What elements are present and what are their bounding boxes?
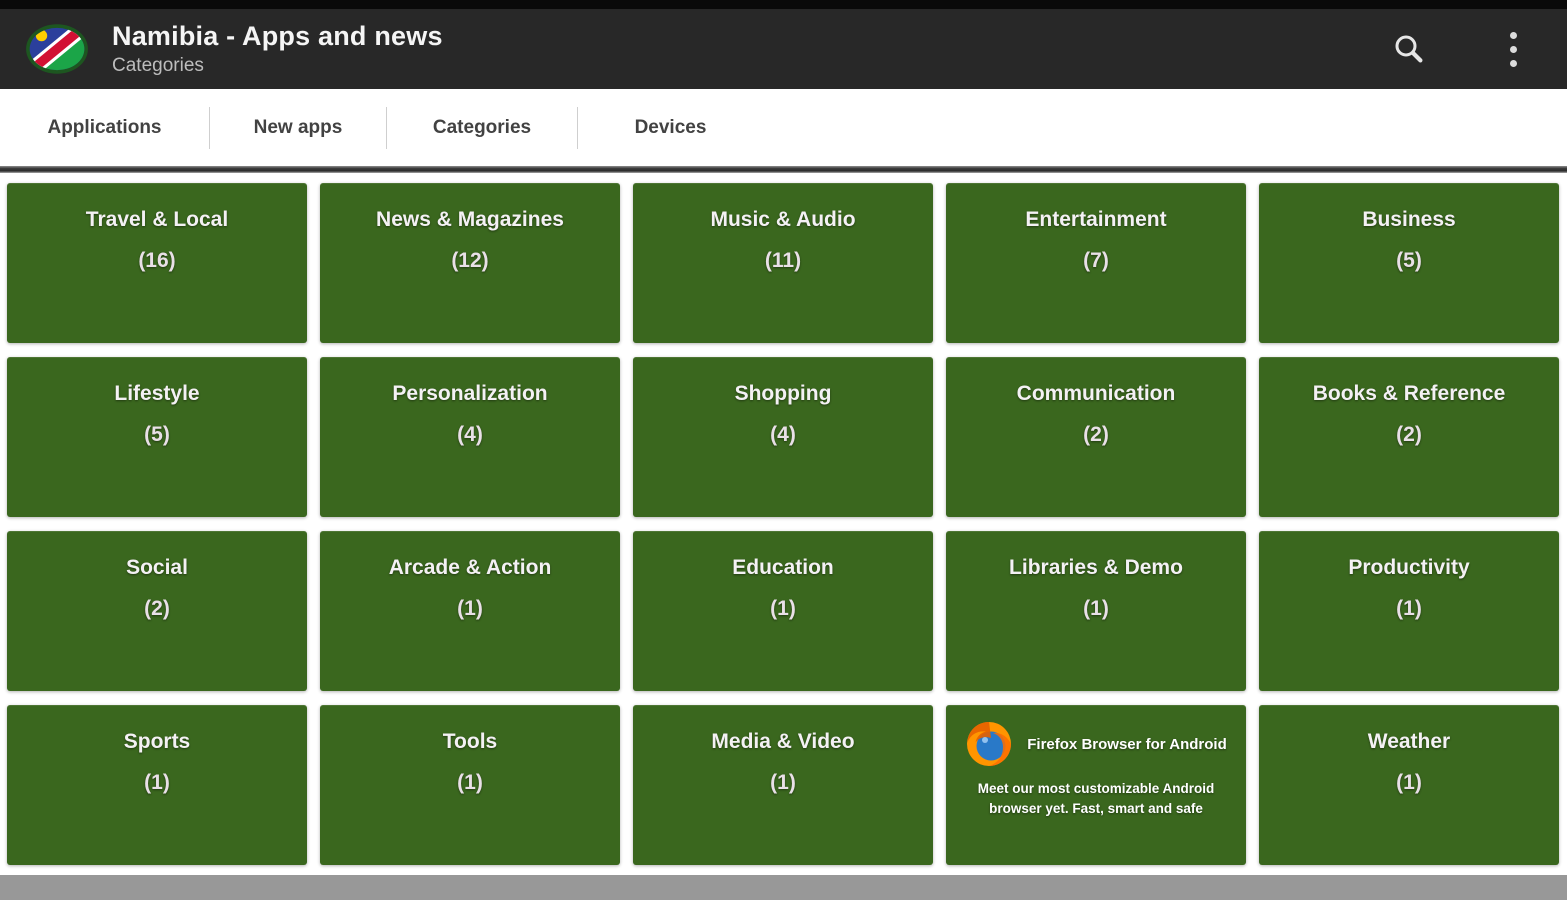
category-name: News & Magazines (376, 208, 564, 231)
category-name: Shopping (734, 382, 832, 405)
category-tile-productivity[interactable]: Productivity (1) (1259, 531, 1559, 691)
app-bar-titles: Namibia - Apps and news Categories (112, 21, 443, 77)
tab-categories[interactable]: Categories (387, 89, 577, 166)
category-name: Media & Video (711, 730, 855, 753)
category-grid: Travel & Local (16) News & Magazines (12… (0, 173, 1567, 875)
category-count: (2) (144, 597, 170, 620)
category-tile-weather[interactable]: Weather (1) (1259, 705, 1559, 865)
tab-applications[interactable]: Applications (0, 89, 209, 166)
category-count: (2) (1396, 423, 1422, 446)
category-count: (1) (457, 597, 483, 620)
category-count: (1) (1396, 597, 1422, 620)
ad-tile-firefox[interactable]: Firefox Browser for Android Meet our mos… (946, 705, 1246, 865)
category-tile-libraries-demo[interactable]: Libraries & Demo (1) (946, 531, 1246, 691)
category-name: Productivity (1348, 556, 1470, 579)
category-name: Entertainment (1025, 208, 1167, 231)
category-count: (4) (770, 423, 796, 446)
overflow-menu-icon[interactable] (1489, 25, 1537, 73)
category-count: (11) (764, 249, 802, 272)
category-name: Business (1362, 208, 1456, 231)
category-name: Weather (1367, 730, 1451, 753)
category-tile-media-video[interactable]: Media & Video (1) (633, 705, 933, 865)
category-name: Personalization (392, 382, 548, 405)
category-name: Tools (442, 730, 498, 753)
category-tile-business[interactable]: Business (5) (1259, 183, 1559, 343)
ad-description: Meet our most customizable Android brows… (946, 779, 1246, 818)
category-count: (1) (770, 597, 796, 620)
page-title: Namibia - Apps and news (112, 21, 443, 51)
category-name: Music & Audio (710, 208, 856, 231)
category-name: Travel & Local (85, 208, 229, 231)
system-navigation-bar (0, 875, 1567, 900)
category-name: Arcade & Action (388, 556, 552, 579)
category-tile-social[interactable]: Social (2) (7, 531, 307, 691)
category-name: Libraries & Demo (1009, 556, 1183, 579)
category-tile-arcade-action[interactable]: Arcade & Action (1) (320, 531, 620, 691)
category-name: Communication (1016, 382, 1176, 405)
ad-title: Firefox Browser for Android (1027, 735, 1227, 753)
tab-devices[interactable]: Devices (578, 89, 763, 166)
category-tile-lifestyle[interactable]: Lifestyle (5) (7, 357, 307, 517)
category-tile-entertainment[interactable]: Entertainment (7) (946, 183, 1246, 343)
category-tile-travel-local[interactable]: Travel & Local (16) (7, 183, 307, 343)
category-tile-shopping[interactable]: Shopping (4) (633, 357, 933, 517)
category-tile-education[interactable]: Education (1) (633, 531, 933, 691)
category-count: (5) (144, 423, 170, 446)
category-tile-personalization[interactable]: Personalization (4) (320, 357, 620, 517)
category-count: (1) (770, 771, 796, 794)
category-count: (12) (451, 249, 489, 272)
namibia-flag-logo-icon[interactable] (24, 21, 90, 77)
category-tile-tools[interactable]: Tools (1) (320, 705, 620, 865)
search-icon[interactable] (1385, 25, 1433, 73)
category-tile-books-reference[interactable]: Books & Reference (2) (1259, 357, 1559, 517)
category-name: Sports (123, 730, 191, 753)
category-name: Books & Reference (1312, 382, 1506, 405)
status-bar (0, 0, 1567, 9)
category-count: (7) (1083, 249, 1109, 272)
tab-new-apps[interactable]: New apps (210, 89, 386, 166)
category-count: (1) (1396, 771, 1422, 794)
category-name: Social (126, 556, 188, 579)
firefox-logo-icon (965, 720, 1013, 768)
app-bar: Namibia - Apps and news Categories (0, 9, 1567, 89)
category-count: (5) (1396, 249, 1422, 272)
category-name: Education (732, 556, 834, 579)
category-count: (1) (1083, 597, 1109, 620)
category-tile-news-magazines[interactable]: News & Magazines (12) (320, 183, 620, 343)
category-name: Lifestyle (114, 382, 200, 405)
category-count: (1) (457, 771, 483, 794)
category-count: (1) (144, 771, 170, 794)
ad-description-line2: browser yet. Fast, smart and safe (989, 800, 1203, 816)
category-count: (4) (457, 423, 483, 446)
category-tile-music-audio[interactable]: Music & Audio (11) (633, 183, 933, 343)
page-subtitle: Categories (112, 55, 204, 76)
category-count: (2) (1083, 423, 1109, 446)
category-tile-communication[interactable]: Communication (2) (946, 357, 1246, 517)
tab-bar: Applications New apps Categories Devices (0, 89, 1567, 166)
category-count: (16) (138, 249, 176, 272)
category-tile-sports[interactable]: Sports (1) (7, 705, 307, 865)
ad-description-line1: Meet our most customizable Android (977, 781, 1215, 796)
tab-bar-shadow (0, 166, 1567, 173)
